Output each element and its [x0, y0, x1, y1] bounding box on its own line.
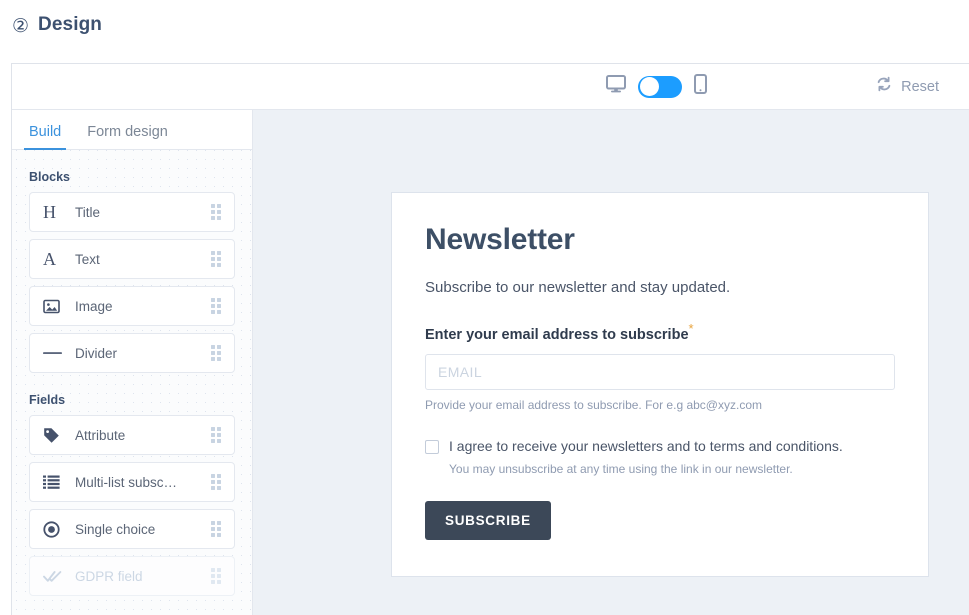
newsletter-form-card: Newsletter Subscribe to our newsletter a…: [391, 192, 929, 577]
reset-label: Reset: [901, 78, 939, 95]
consent-label: I agree to receive your newsletters and …: [449, 438, 843, 455]
drag-grip-icon[interactable]: [211, 251, 223, 267]
form-preview-pane: Newsletter Subscribe to our newsletter a…: [253, 110, 969, 615]
section-label-blocks: Blocks: [29, 170, 70, 184]
field-label: Single choice: [75, 521, 156, 537]
preview-toolbar: Reset: [12, 64, 969, 110]
drag-grip-icon[interactable]: [211, 345, 223, 361]
heading-h-icon: H: [43, 202, 56, 222]
field-label: Attribute: [75, 427, 126, 443]
image-icon: [43, 299, 67, 314]
sidebar-tabs: Build Form design: [12, 110, 252, 150]
radio-target-icon: [43, 520, 67, 538]
consent-checkbox[interactable]: [425, 440, 439, 455]
form-title: Newsletter: [425, 223, 575, 256]
designer-body: Build Form design Blocks H Title A Text: [12, 110, 969, 615]
device-toggle[interactable]: [638, 75, 682, 98]
block-label: Divider: [75, 345, 118, 361]
page-title: Design: [38, 14, 102, 35]
tag-icon: [43, 427, 67, 443]
drag-grip-icon: [211, 568, 223, 584]
device-preview-switcher[interactable]: [606, 74, 707, 99]
designer-panel: Reset Build Form design Blocks H Title A…: [11, 63, 969, 615]
loop-arrows-icon: [875, 76, 893, 97]
reset-button[interactable]: Reset: [875, 76, 939, 97]
double-check-icon: [43, 570, 67, 583]
block-item-text[interactable]: A Text: [29, 239, 235, 279]
field-item-gdpr-field: GDPR field: [29, 556, 235, 596]
step-number-badge: ②: [12, 15, 30, 37]
drag-grip-icon[interactable]: [211, 521, 223, 537]
divider-line-icon: [43, 351, 67, 355]
field-label: GDPR field: [75, 568, 143, 584]
email-helper-text: Provide your email address to subscribe.…: [425, 398, 762, 413]
subscribe-button[interactable]: SUBSCRIBE: [425, 501, 551, 541]
required-marker: *: [688, 321, 694, 336]
section-label-fields: Fields: [29, 393, 66, 407]
email-input[interactable]: [425, 354, 895, 391]
text-a-icon: A: [43, 249, 56, 269]
email-field-label-row: Enter your email address to subscribe*: [425, 321, 895, 354]
tab-build[interactable]: Build: [23, 124, 67, 150]
field-item-multi-list-subscription[interactable]: Multi-list subsc…: [29, 462, 235, 502]
list-icon: [43, 475, 67, 489]
block-label: Text: [75, 251, 100, 267]
block-label: Image: [75, 298, 113, 314]
field-item-attribute[interactable]: Attribute: [29, 415, 235, 455]
page-header: ② Design: [12, 0, 102, 50]
tab-form-design[interactable]: Form design: [87, 124, 168, 149]
field-item-single-choice[interactable]: Single choice: [29, 509, 235, 549]
block-item-title[interactable]: H Title: [29, 192, 235, 232]
form-subtitle: Subscribe to our newsletter and stay upd…: [425, 279, 731, 296]
field-label: Multi-list subsc…: [75, 474, 178, 490]
block-item-image[interactable]: Image: [29, 286, 235, 326]
consent-note: You may unsubscribe at any time using th…: [449, 462, 793, 477]
block-item-divider[interactable]: Divider: [29, 333, 235, 373]
drag-grip-icon[interactable]: [211, 204, 223, 220]
block-label: Title: [75, 204, 101, 220]
monitor-icon[interactable]: [606, 75, 626, 98]
drag-grip-icon[interactable]: [211, 427, 223, 443]
phone-icon[interactable]: [694, 74, 707, 99]
drag-grip-icon[interactable]: [211, 474, 223, 490]
consent-row: I agree to receive your newsletters and …: [425, 438, 895, 455]
drag-grip-icon[interactable]: [211, 298, 223, 314]
builder-sidebar: Build Form design Blocks H Title A Text: [12, 110, 253, 615]
toggle-knob: [639, 77, 659, 96]
email-field-label: Enter your email address to subscribe: [425, 327, 689, 344]
